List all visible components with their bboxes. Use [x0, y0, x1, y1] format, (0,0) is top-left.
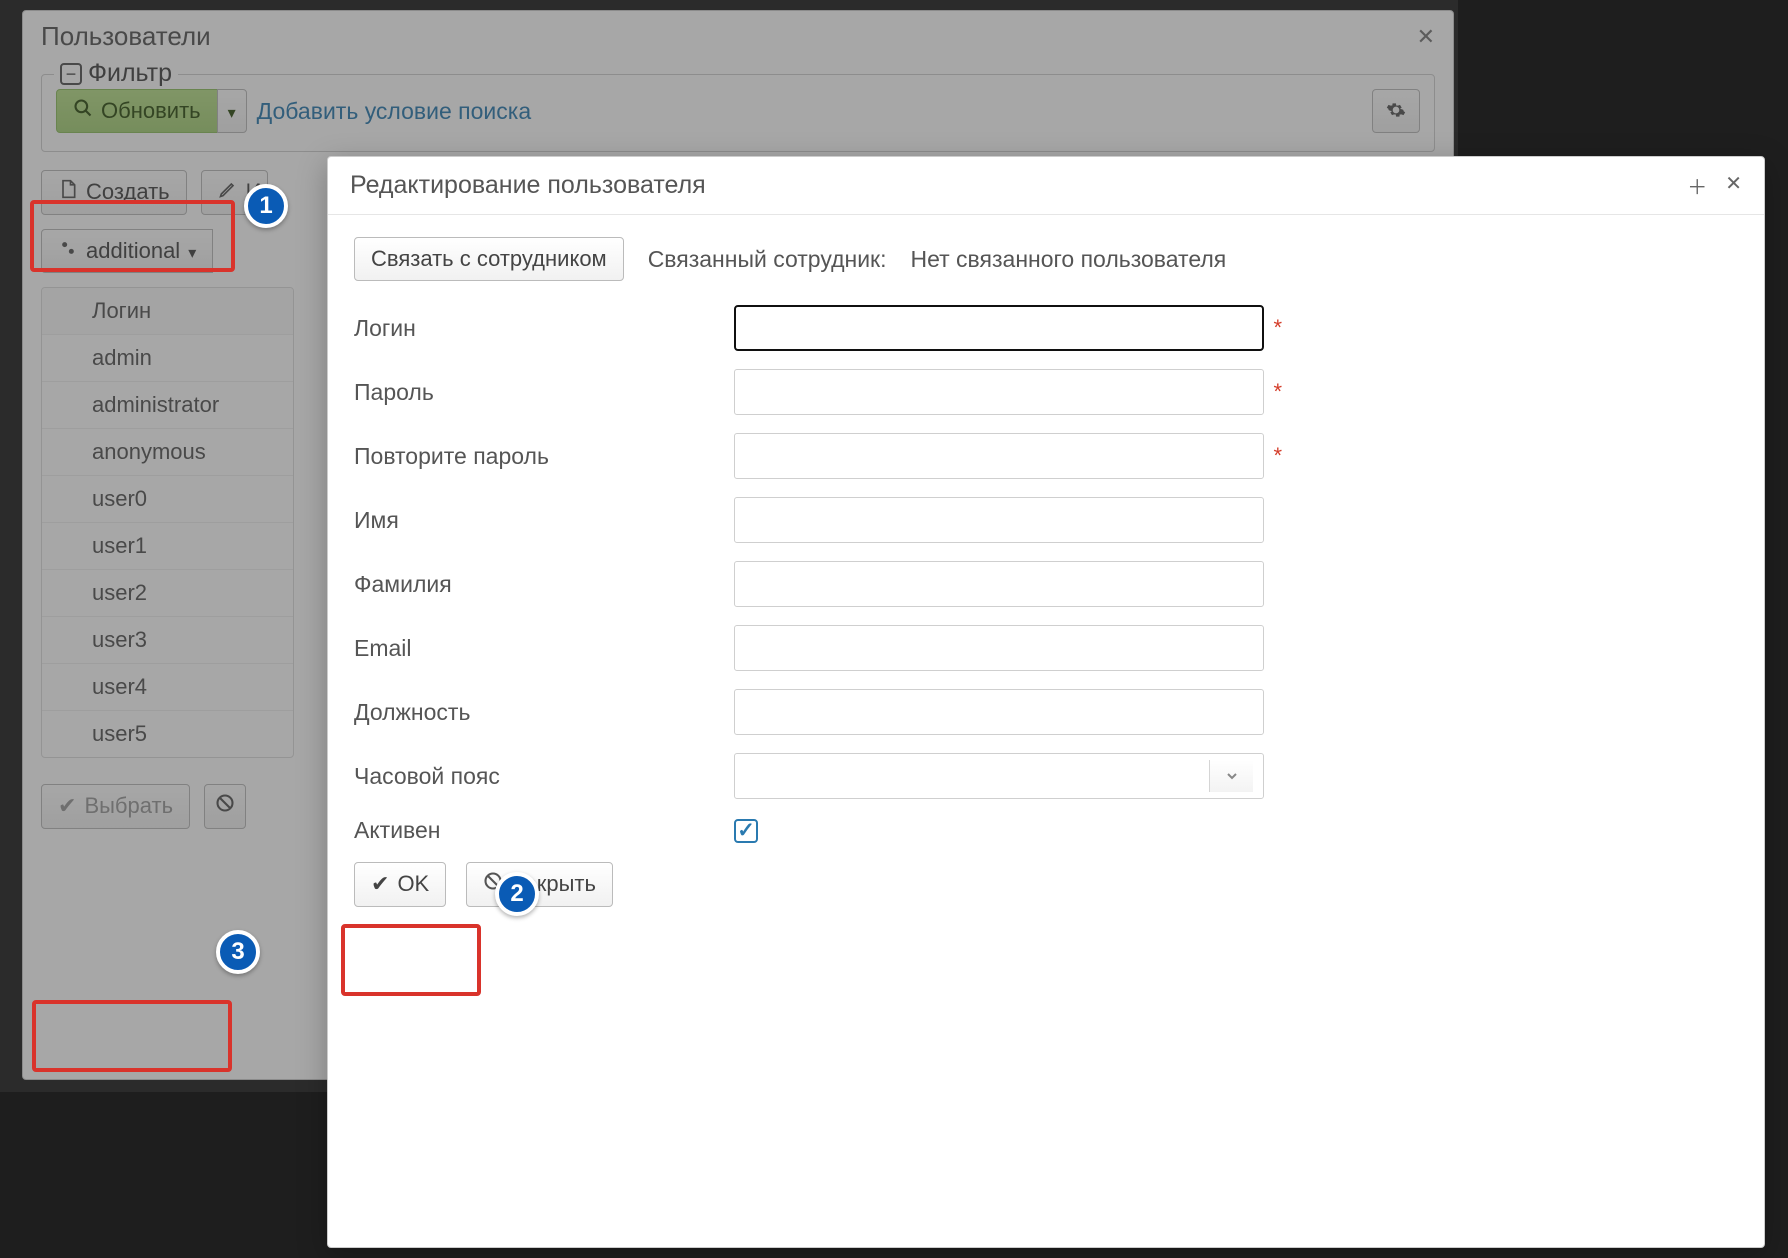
badge-3: 3	[216, 930, 260, 974]
ok-button[interactable]: ✔ OK	[354, 862, 446, 906]
dialog-header: Редактирование пользователя ＋ ✕	[328, 157, 1764, 215]
ok-button-label: OK	[397, 871, 429, 897]
link-employee-label: Связать с сотрудником	[371, 246, 607, 272]
lastname-input[interactable]	[734, 561, 1264, 607]
password-input[interactable]	[734, 369, 1264, 415]
edit-user-dialog: Редактирование пользователя ＋ ✕ Связать …	[327, 156, 1765, 1248]
firstname-label: Имя	[354, 507, 734, 534]
email-input[interactable]	[734, 625, 1264, 671]
active-checkbox[interactable]: ✓	[734, 819, 758, 843]
password-label: Пароль	[354, 379, 734, 406]
close-icon[interactable]: ✕	[1725, 171, 1742, 200]
link-employee-button[interactable]: Связать с сотрудником	[354, 237, 624, 281]
login-label: Логин	[354, 315, 734, 342]
active-label: Активен	[354, 817, 734, 844]
close-button[interactable]: Закрыть	[466, 862, 613, 906]
timezone-label: Часовой пояс	[354, 763, 734, 790]
badge-2: 2	[495, 872, 539, 916]
email-label: Email	[354, 635, 734, 662]
linked-employee-value: Нет связанного пользователя	[911, 246, 1227, 273]
lastname-label: Фамилия	[354, 571, 734, 598]
password2-label: Повторите пароль	[354, 443, 734, 470]
timezone-select[interactable]	[734, 753, 1264, 799]
password-confirm-input[interactable]	[734, 433, 1264, 479]
badge-1: 1	[244, 184, 288, 228]
login-input[interactable]	[734, 305, 1264, 351]
position-label: Должность	[354, 699, 734, 726]
check-icon: ✔	[371, 871, 389, 897]
linked-employee-label: Связанный сотрудник:	[648, 246, 887, 273]
firstname-input[interactable]	[734, 497, 1264, 543]
position-input[interactable]	[734, 689, 1264, 735]
dialog-title: Редактирование пользователя	[350, 171, 706, 200]
chevron-down-icon[interactable]	[1209, 760, 1253, 792]
plus-icon[interactable]: ＋	[1687, 171, 1707, 200]
